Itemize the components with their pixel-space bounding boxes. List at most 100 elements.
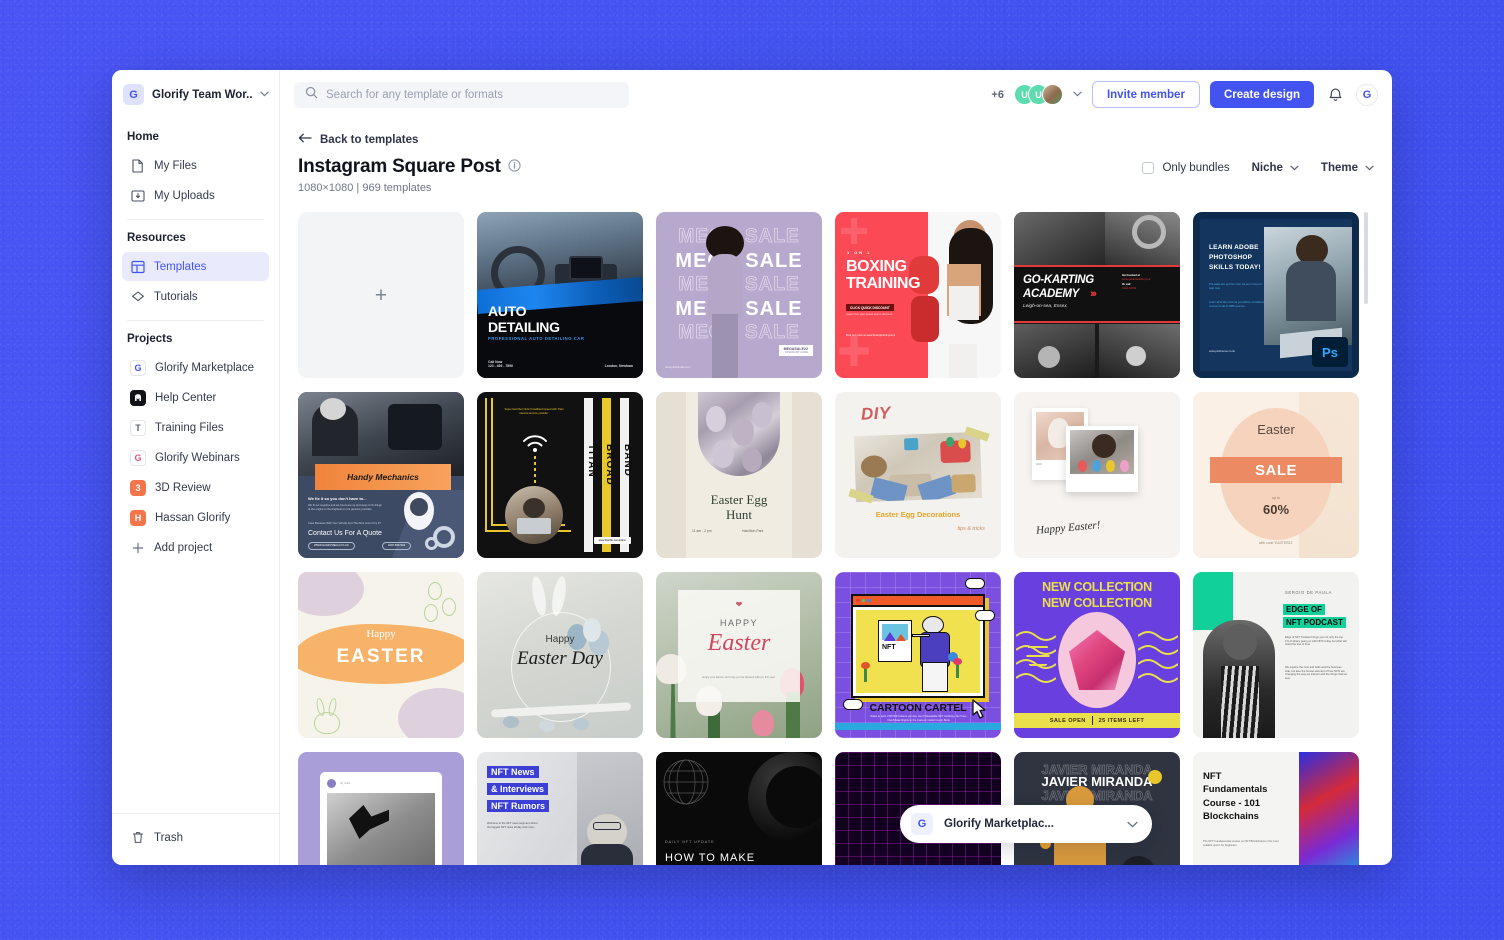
template-card[interactable]: 2022 Happy Easter! <box>1014 392 1180 558</box>
template-card[interactable]: ❤ HAPPY Easter Enjoy your Easter, and ma… <box>656 572 822 738</box>
template-card[interactable]: GO-KARTING ACADEMY ››› Leigh-on-sea, Ess… <box>1014 212 1180 378</box>
template-l2: Fundamentals <box>1203 784 1268 796</box>
template-r2: www.gokartacademy.uk <box>1122 277 1151 281</box>
sidebar-item-help-center[interactable]: Help Center <box>122 383 269 412</box>
template-p2: Learn all of the more as you will be con… <box>1209 301 1265 308</box>
template-card[interactable]: SERGIO DE PAULA EDGE OF NFT PODCAST Edge… <box>1193 572 1359 738</box>
niche-label: Niche <box>1251 162 1283 174</box>
sidebar-item-label: Help Center <box>155 391 217 404</box>
sidebar-item-label: My Uploads <box>154 189 215 202</box>
template-card[interactable]: NFT CARTOON CARTEL Stake to earn 3 $TOON… <box>835 572 1001 738</box>
sidebar-item-my-files[interactable]: My Files <box>122 151 269 180</box>
template-card[interactable]: Easter Egg Hunt 11 am - 2 pm Hamilton Pa… <box>656 392 822 558</box>
template-word: MEGA SALE <box>678 322 800 344</box>
template-strip-1: SALE OPEN <box>1049 717 1086 724</box>
template-title-1: Easter Egg <box>710 492 768 507</box>
template-author: SERGIO DE PAULA <box>1285 590 1332 595</box>
workspace-switcher[interactable]: G Glorify Team Wor... <box>112 70 279 119</box>
template-card[interactable]: Easter SALE up to 60% with code 'EASTER2… <box>1193 392 1359 558</box>
only-bundles-checkbox[interactable]: Only bundles <box>1142 162 1230 174</box>
template-card[interactable]: 1 ON 1 BOXING TRAINING CLICK QUICK DISCO… <box>835 212 1001 378</box>
template-cta: Contact Us For A Quote <box>308 530 382 537</box>
invite-member-button[interactable]: Invite member <box>1091 81 1200 108</box>
theme-label: Theme <box>1320 162 1358 174</box>
file-icon <box>130 158 145 173</box>
grid-scrollbar-thumb[interactable] <box>1364 212 1368 304</box>
theme-dropdown[interactable]: Theme <box>1321 162 1374 174</box>
template-card[interactable]: DIY Easter Egg Decorations tips & tricks <box>835 392 1001 558</box>
template-badge: Ps <box>1312 337 1348 367</box>
spartan-helmet-icon <box>130 389 146 406</box>
template-card[interactable]: DAILY NFT UPDATE HOW TO MAKE MONEY WITH … <box>656 752 822 865</box>
glorify-g-icon: G <box>911 813 933 835</box>
search-input[interactable] <box>326 88 618 101</box>
template-card[interactable]: NFT News & Interviews NFT Rumors Welcome… <box>477 752 643 865</box>
user-initial: G <box>1362 88 1372 101</box>
template-head: Super fast fiber Optic broadband speed w… <box>504 408 564 415</box>
template-card[interactable]: Happy Easter Day <box>477 572 643 738</box>
search-bar[interactable] <box>294 81 629 108</box>
template-r4: 0124 44700 <box>1122 286 1137 290</box>
page-header-row: Instagram Square Post 1080×1080 | 969 te… <box>298 156 1374 194</box>
sidebar-item-3d-review[interactable]: 3 3D Review <box>122 473 269 502</box>
sidebar-item-my-uploads[interactable]: My Uploads <box>122 181 269 210</box>
sidebar-item-hassan-glorify[interactable]: H Hassan Glorify <box>122 503 269 532</box>
sidebar-item-label: Glorify Webinars <box>155 451 240 464</box>
toast-logo-letter: G <box>917 818 927 830</box>
info-icon[interactable] <box>508 156 521 178</box>
sidebar-item-label: Training Files <box>155 421 224 434</box>
chevron-down-icon <box>1290 162 1299 174</box>
template-card[interactable]: Ps LEARN ADOBE PHOTOSHOP SKILLS TODAY! P… <box>1193 212 1359 378</box>
template-card[interactable]: NEW COLLECTION NEW COLLECTION SALE OPEN … <box>1014 572 1180 738</box>
template-body: Stake to earn 3 $TOON tokens per day. Ge… <box>870 715 968 722</box>
template-p1: Edge of NFT Podcast brings you not only … <box>1285 636 1347 646</box>
template-title: Easter Day <box>516 648 603 669</box>
sidebar-item-glorify-marketplace[interactable]: G Glorify Marketplace <box>122 353 269 382</box>
sidebar-item-training-files[interactable]: T Training Files <box>122 413 269 442</box>
template-l1: HOW TO MAKE <box>665 852 756 864</box>
diamond-icon <box>130 289 145 304</box>
template-card[interactable]: Handy Mechanics We fix it so you don't h… <box>298 392 464 558</box>
sidebar-item-add-project[interactable]: Add project <box>122 533 269 562</box>
template-banner: Handy Mechanics <box>347 472 419 482</box>
sidebar-item-trash[interactable]: Trash <box>122 823 269 852</box>
top-bar-actions: +6 U U Invite member Create design G <box>991 81 1378 108</box>
plus-icon <box>130 540 145 555</box>
avatar <box>327 779 336 788</box>
sidebar-item-label: Hassan Glorify <box>155 511 231 524</box>
sidebar-item-glorify-webinars[interactable]: G Glorify Webinars <box>122 443 269 472</box>
template-card[interactable]: nft_artist <box>298 752 464 865</box>
grid-scrollbar-track[interactable] <box>1364 212 1371 865</box>
template-card-add-new[interactable]: + <box>298 212 464 378</box>
template-l3: SKILLS TODAY! <box>1209 263 1261 271</box>
notification-bell-icon[interactable] <box>1324 84 1346 106</box>
template-line: Case Because With Your Vehicle And The D… <box>308 522 381 525</box>
template-card[interactable]: MEGA SALE MEGA SALE MEGA SALE MEGA SALE … <box>656 212 822 378</box>
template-card[interactable]: TITAN BROAD BAND Super fast fiber Optic … <box>477 392 643 558</box>
template-kicker: 1 ON 1 <box>847 250 872 255</box>
sidebar-item-templates[interactable]: Templates <box>122 252 269 281</box>
workspace-name: Glorify Team Wor... <box>152 88 252 101</box>
template-l4: Blockchains <box>1203 811 1259 823</box>
template-easter: EASTER <box>336 646 426 667</box>
user-avatar-button[interactable]: G <box>1356 83 1378 106</box>
arrow-left-icon <box>298 133 312 146</box>
template-card[interactable]: AUTO DETAILING PROFESSIONAL AUTO DETAILI… <box>477 212 643 378</box>
chevron-down-icon[interactable] <box>1073 90 1082 99</box>
glorify-g-icon: G <box>130 449 146 466</box>
create-design-button[interactable]: Create design <box>1209 81 1314 108</box>
chevron-down-icon[interactable] <box>260 90 269 99</box>
sidebar-item-tutorials[interactable]: Tutorials <box>122 282 269 311</box>
template-card[interactable]: Happy EASTER <box>298 572 464 738</box>
niche-dropdown[interactable]: Niche <box>1252 162 1299 174</box>
marketplace-toast[interactable]: G Glorify Marketplac... <box>900 805 1152 843</box>
template-script: Happy Easter! <box>1035 519 1101 537</box>
back-to-templates-link[interactable]: Back to templates <box>298 133 418 146</box>
sidebar-section-resources: Resources <box>127 232 186 244</box>
member-avatars[interactable]: U U <box>1013 84 1063 105</box>
templates-grid-icon <box>130 259 145 274</box>
chevron-down-icon[interactable] <box>1127 815 1138 833</box>
template-place: Hamilton Park <box>742 529 764 534</box>
template-card[interactable]: NFT Fundamentals Course - 101 Blockchain… <box>1193 752 1359 865</box>
sidebar-section-home: Home <box>127 131 159 143</box>
